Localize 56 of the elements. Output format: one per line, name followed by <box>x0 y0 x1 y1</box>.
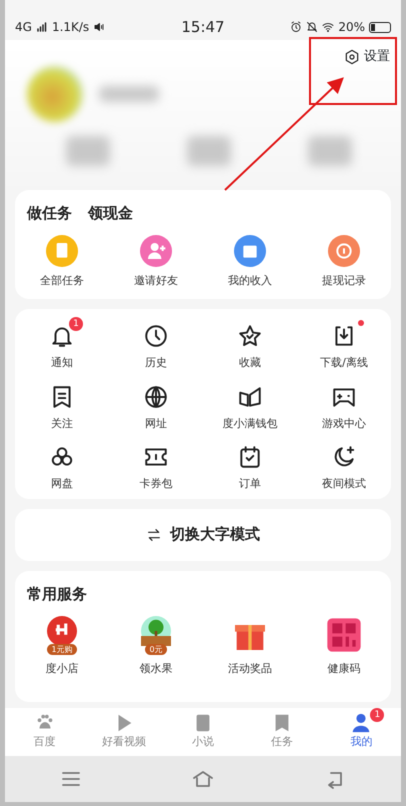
task-label[interactable]: 邀请好友 <box>134 272 178 289</box>
battery-percent: 20% <box>338 19 365 36</box>
notification-badge: 1 <box>370 708 384 722</box>
blurred-stat <box>308 136 352 166</box>
blurred-stat <box>66 136 110 166</box>
blurred-name <box>99 86 159 102</box>
task-icon[interactable] <box>328 234 360 266</box>
battery-icon <box>369 22 391 32</box>
globe-icon[interactable] <box>143 384 169 410</box>
task-icon[interactable] <box>140 234 172 266</box>
settings-icon <box>344 48 360 65</box>
service-label[interactable]: 健康码 <box>328 661 360 678</box>
service-label[interactable]: 活动奖品 <box>228 661 272 678</box>
section-subtitle: 领现金 <box>88 203 133 224</box>
tool-label[interactable]: 下载/离线 <box>320 355 368 372</box>
swap-icon <box>146 526 162 542</box>
tab-item[interactable]: 1 我的 <box>322 708 401 756</box>
tool-label[interactable]: 夜间模式 <box>322 476 366 492</box>
tool-label[interactable]: 历史 <box>145 355 167 372</box>
mute-icon <box>306 21 318 33</box>
alarm-icon <box>290 21 302 33</box>
service-label[interactable]: 领水果 <box>140 661 172 678</box>
tab-item[interactable]: 好看视频 <box>84 708 164 756</box>
clock: 15:47 <box>180 16 226 38</box>
task-label[interactable]: 全部任务 <box>40 272 84 289</box>
task-label[interactable]: 提现记录 <box>322 272 366 289</box>
tool-label[interactable]: 关注 <box>51 416 73 432</box>
tree-icon[interactable] <box>141 616 171 646</box>
price-tag: 1元购 <box>47 644 77 654</box>
task-label[interactable]: 我的收入 <box>228 272 272 289</box>
tool-label[interactable]: 收藏 <box>239 355 261 372</box>
tool-label[interactable]: 网址 <box>145 416 167 432</box>
tool-label[interactable]: 度小满钱包 <box>222 416 278 432</box>
clock-icon[interactable] <box>143 323 169 349</box>
network-speed: 1.1K/s <box>52 19 90 36</box>
tool-label[interactable]: 网盘 <box>51 476 73 492</box>
large-text-button[interactable]: 切换大字模式 <box>15 508 391 560</box>
section-title: 常用服务 <box>26 584 88 604</box>
task-icon[interactable] <box>234 234 266 266</box>
star-icon[interactable] <box>237 323 263 349</box>
settings-button[interactable]: 设置 <box>343 46 391 68</box>
tool-label[interactable]: 游戏中心 <box>322 416 366 432</box>
wifi-icon <box>322 21 334 33</box>
blurred-stat <box>186 136 231 166</box>
tab-item[interactable]: 任务 <box>242 708 322 756</box>
signal-icon <box>36 21 48 33</box>
tool-label[interactable]: 订单 <box>239 476 261 492</box>
tab-item[interactable]: 小说 <box>163 708 243 756</box>
network-type: 4G <box>15 19 32 36</box>
tool-label[interactable]: 卡券包 <box>140 476 172 492</box>
tool-label[interactable]: 通知 <box>51 355 73 372</box>
speaker-icon <box>93 21 106 33</box>
service-label[interactable]: 度小店 <box>46 661 78 678</box>
section-title: 做任务 <box>27 203 72 224</box>
tab-item[interactable]: 百度 <box>5 708 84 756</box>
notification-badge: 1 <box>69 317 83 331</box>
